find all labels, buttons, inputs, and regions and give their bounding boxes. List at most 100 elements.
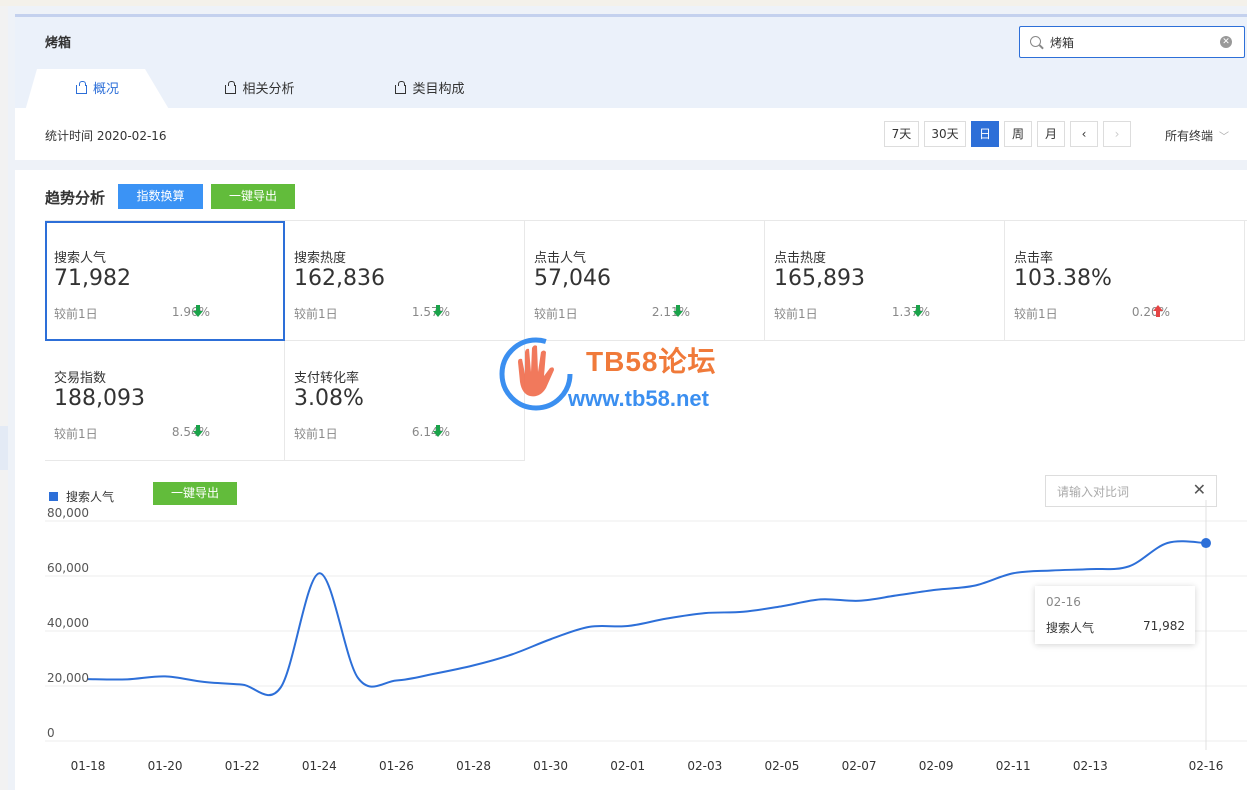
metric-value: 165,893 — [774, 266, 865, 291]
chart-tooltip: 02-16 搜索人气 71,982 — [1035, 586, 1195, 644]
period-day-button[interactable]: 日 — [971, 121, 999, 147]
top-strip — [0, 0, 1247, 6]
x-tick-label: 02-11 — [996, 759, 1031, 773]
tab-label: 相关分析 — [242, 82, 295, 97]
x-tick-label: 02-13 — [1073, 759, 1108, 773]
chevron-down-icon: ﹀ — [1219, 132, 1230, 143]
legend-label: 搜索人气 — [66, 490, 115, 504]
y-tick-label: 60,000 — [47, 561, 89, 575]
keyword-title: 烤箱 — [45, 36, 72, 51]
search-input[interactable] — [1050, 33, 1210, 51]
tab-bar: 概况 相关分析 类目构成 — [15, 69, 615, 111]
metric-name: 搜索人气 — [54, 251, 107, 266]
y-tick-label: 20,000 — [47, 671, 89, 685]
metric-name: 点击热度 — [774, 251, 827, 266]
metric-name: 支付转化率 — [294, 371, 360, 386]
metric-compare-label: 较前1日 — [1014, 307, 1058, 321]
x-tick-label: 02-16 — [1189, 759, 1224, 773]
left-sidebar-edge — [0, 6, 8, 790]
legend-swatch — [49, 492, 58, 501]
x-tick-label: 01-26 — [379, 759, 414, 773]
period-30d-button[interactable]: 30天 — [924, 121, 966, 147]
sidebar-active-mark — [0, 426, 8, 470]
chart-legend[interactable]: 搜索人气 — [49, 488, 114, 505]
close-icon[interactable]: ✕ — [1193, 480, 1206, 499]
arrow-down-icon — [913, 305, 923, 317]
trend-analysis-panel: 趋势分析 指数换算 一键导出 搜索人气 71,982 较前1日 1.96% 搜索热度 16… — [15, 170, 1247, 790]
x-tick-label: 02-03 — [687, 759, 722, 773]
compare-input[interactable] — [1057, 483, 1187, 501]
metric-card[interactable]: 支付转化率 3.08% 较前1日 6.14% — [285, 341, 525, 461]
tab-label: 类目构成 — [412, 82, 465, 97]
metric-name: 搜索热度 — [294, 251, 347, 266]
metric-name: 点击人气 — [534, 251, 587, 266]
metric-card[interactable]: 交易指数 188,093 较前1日 8.54% — [45, 341, 285, 461]
prev-date-button[interactable]: ‹ — [1070, 121, 1098, 147]
period-week-button[interactable]: 周 — [1004, 121, 1032, 147]
hand-logo-icon — [499, 337, 573, 411]
metric-card[interactable]: 点击率 103.38% 较前1日 0.20% — [1005, 221, 1245, 341]
metric-value: 57,046 — [534, 266, 611, 291]
search-icon — [1030, 36, 1041, 47]
metric-value: 162,836 — [294, 266, 385, 291]
x-tick-label: 01-18 — [71, 759, 106, 773]
keyword-search[interactable]: ✕ — [1019, 26, 1245, 58]
metric-value: 188,093 — [54, 386, 145, 411]
metric-card[interactable]: 点击人气 57,046 较前1日 2.11% — [525, 221, 765, 341]
section-title: 趋势分析 — [45, 189, 106, 207]
header-band: 烤箱 ✕ 概况 相关分析 类目构成 — [15, 14, 1247, 111]
stat-date: 统计时间 2020-02-16 — [45, 129, 167, 143]
chart-export-button[interactable]: 一键导出 — [153, 482, 237, 505]
tab-category-composition[interactable]: 类目构成 — [365, 69, 495, 111]
index-convert-button[interactable]: 指数换算 — [118, 184, 203, 209]
clear-icon[interactable]: ✕ — [1220, 36, 1232, 48]
metric-card[interactable]: 搜索人气 71,982 较前1日 1.96% — [45, 221, 285, 341]
x-tick-label: 01-22 — [225, 759, 260, 773]
watermark-url: www.tb58.net — [568, 386, 709, 411]
arrow-down-icon — [673, 305, 683, 317]
x-tick-label: 02-07 — [842, 759, 877, 773]
period-7d-button[interactable]: 7天 — [884, 121, 919, 147]
terminal-select[interactable]: 所有终端 ﹀ — [1165, 127, 1229, 144]
bag-icon — [225, 80, 237, 94]
arrow-down-icon — [193, 425, 203, 437]
metric-name: 交易指数 — [54, 371, 107, 386]
metric-name: 点击率 — [1014, 251, 1054, 266]
metric-compare-label: 较前1日 — [54, 427, 98, 441]
metric-compare-label: 较前1日 — [534, 307, 578, 321]
metric-compare-label: 较前1日 — [774, 307, 818, 321]
y-tick-label: 40,000 — [47, 616, 89, 630]
metric-card[interactable]: 点击热度 165,893 较前1日 1.37% — [765, 221, 1005, 341]
tooltip-value: 71,982 — [1143, 619, 1185, 633]
arrow-down-icon — [433, 305, 443, 317]
terminal-label: 所有终端 — [1165, 129, 1214, 143]
metric-card[interactable]: 搜索热度 162,836 较前1日 1.57% — [285, 221, 525, 341]
x-tick-label: 01-28 — [456, 759, 491, 773]
period-month-button[interactable]: 月 — [1037, 121, 1065, 147]
data-point — [1201, 538, 1211, 549]
metric-compare-label: 较前1日 — [294, 427, 338, 441]
bag-icon — [75, 80, 87, 94]
metric-value: 71,982 — [54, 266, 131, 291]
tab-related-analysis[interactable]: 相关分析 — [195, 69, 325, 111]
x-tick-label: 01-30 — [533, 759, 568, 773]
tooltip-series-name: 搜索人气 — [1046, 621, 1095, 635]
x-tick-label: 01-24 — [302, 759, 337, 773]
arrow-down-icon — [433, 425, 443, 437]
metric-value: 103.38% — [1014, 266, 1112, 291]
arrow-up-icon — [1153, 305, 1163, 317]
x-tick-label: 01-20 — [148, 759, 183, 773]
tooltip-date: 02-16 — [1046, 595, 1081, 609]
metric-compare-label: 较前1日 — [54, 307, 98, 321]
x-tick-label: 02-01 — [610, 759, 645, 773]
watermark-title: TB58论坛 — [586, 346, 717, 377]
bag-icon — [395, 80, 407, 94]
next-date-button[interactable]: › — [1103, 121, 1131, 147]
metric-compare-label: 较前1日 — [294, 307, 338, 321]
compare-word-field[interactable]: ✕ — [1045, 475, 1217, 507]
export-button[interactable]: 一键导出 — [211, 184, 295, 209]
tab-overview[interactable]: 概况 — [25, 69, 170, 111]
keyword-header: 烤箱 ✕ 概况 相关分析 类目构成 统计时间 2020-02-16 7天 30天… — [15, 14, 1247, 160]
x-tick-label: 02-09 — [919, 759, 954, 773]
metric-value: 3.08% — [294, 386, 364, 411]
